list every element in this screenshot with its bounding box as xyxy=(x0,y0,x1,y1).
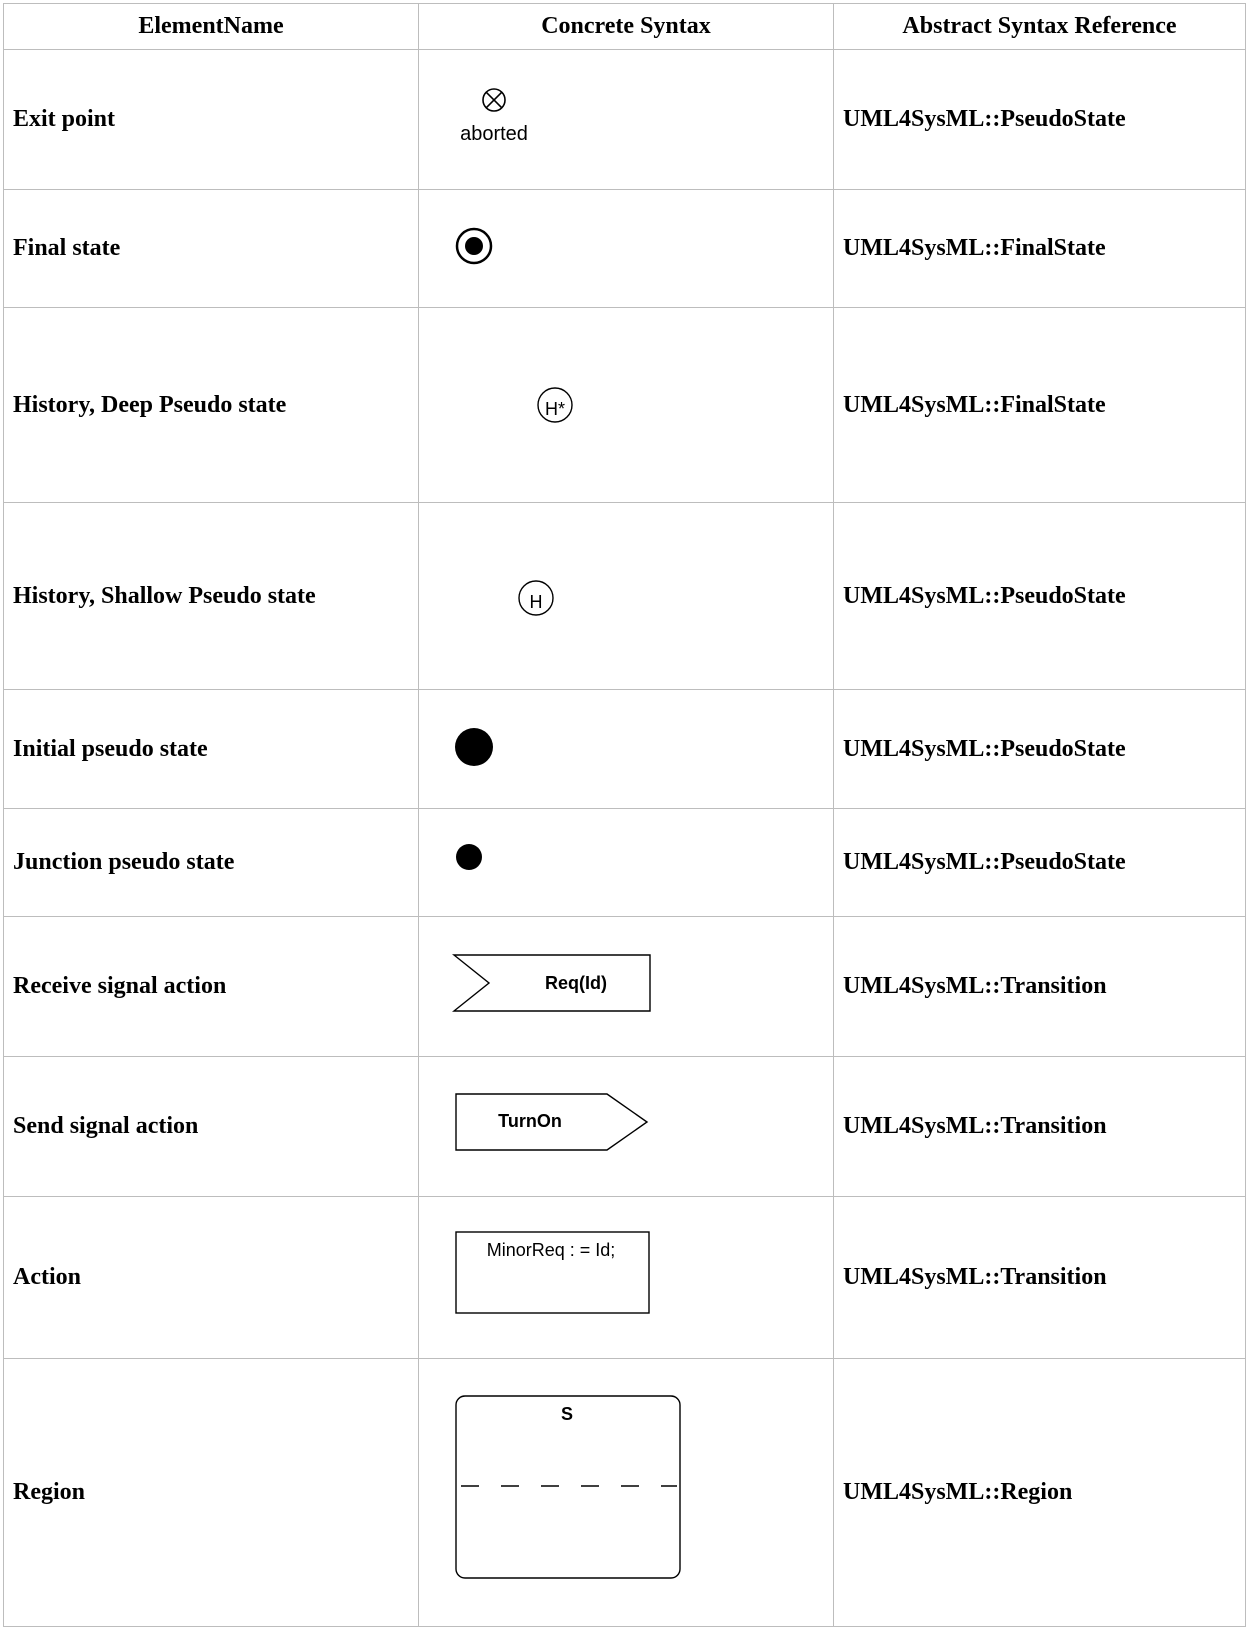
initial-state-icon xyxy=(455,728,493,766)
abstract-syntax-reference: UML4SysML::PseudoState xyxy=(833,502,1246,690)
concrete-syntax-cell xyxy=(418,689,834,809)
deep-history-icon: H* xyxy=(537,387,573,423)
exit-point-icon: aborted xyxy=(460,88,528,145)
table-row: Region S UML4SysML::Region xyxy=(3,1358,1246,1627)
abstract-syntax-reference: UML4SysML::PseudoState xyxy=(833,808,1246,917)
concrete-syntax-cell: TurnOn xyxy=(418,1056,834,1197)
concrete-syntax-cell xyxy=(418,808,834,917)
element-name: Receive signal action xyxy=(3,916,419,1057)
table-row: Send signal action TurnOn UML4SysML::Tra… xyxy=(3,1056,1246,1197)
shallow-history-label: H xyxy=(530,592,543,612)
send-signal-label: TurnOn xyxy=(498,1111,562,1131)
header-row: ElementName Concrete Syntax Abstract Syn… xyxy=(3,3,1246,50)
abstract-syntax-reference: UML4SysML::Transition xyxy=(833,1196,1246,1359)
send-signal-icon: TurnOn xyxy=(455,1093,649,1151)
element-name: Action xyxy=(3,1196,419,1359)
table-row: Receive signal action Req(Id) UML4SysML:… xyxy=(3,916,1246,1057)
element-name: Exit point xyxy=(3,49,419,190)
concrete-syntax-cell: Req(Id) xyxy=(418,916,834,1057)
region-state-label: S xyxy=(561,1404,573,1424)
element-name: History, Deep Pseudo state xyxy=(3,307,419,503)
element-name: Send signal action xyxy=(3,1056,419,1197)
header-element-name: ElementName xyxy=(3,3,419,50)
concrete-syntax-cell: H* xyxy=(418,307,834,503)
element-name: Initial pseudo state xyxy=(3,689,419,809)
concrete-syntax-cell: H xyxy=(418,502,834,690)
abstract-syntax-reference: UML4SysML::Region xyxy=(833,1358,1246,1627)
receive-signal-icon: Req(Id) xyxy=(452,954,651,1012)
table-row: Initial pseudo state UML4SysML::PseudoSt… xyxy=(3,689,1246,809)
abstract-syntax-reference: UML4SysML::FinalState xyxy=(833,189,1246,308)
table-row: Final state UML4SysML::FinalState xyxy=(3,189,1246,308)
receive-signal-label: Req(Id) xyxy=(545,973,607,993)
abstract-syntax-reference: UML4SysML::FinalState xyxy=(833,307,1246,503)
final-state-icon xyxy=(455,227,493,265)
deep-history-label: H* xyxy=(545,399,565,419)
table-row: History, Deep Pseudo state H* UML4SysML:… xyxy=(3,307,1246,503)
abstract-syntax-reference: UML4SysML::Transition xyxy=(833,916,1246,1057)
element-name: Final state xyxy=(3,189,419,308)
table-row: Junction pseudo state UML4SysML::PseudoS… xyxy=(3,808,1246,917)
table-row: Exit point aborted UML4SysML::PseudoStat… xyxy=(3,49,1246,190)
table-row: History, Shallow Pseudo state H UML4SysM… xyxy=(3,502,1246,690)
exit-point-label: aborted xyxy=(460,123,528,145)
junction-icon xyxy=(456,844,482,870)
header-abstract-syntax-reference: Abstract Syntax Reference xyxy=(833,3,1246,50)
element-name: Junction pseudo state xyxy=(3,808,419,917)
action-box-icon: MinorReq : = Id; xyxy=(455,1231,650,1314)
concrete-syntax-cell: S xyxy=(418,1358,834,1627)
header-concrete-syntax: Concrete Syntax xyxy=(418,3,834,50)
abstract-syntax-reference: UML4SysML::PseudoState xyxy=(833,689,1246,809)
element-name: History, Shallow Pseudo state xyxy=(3,502,419,690)
syntax-table: ElementName Concrete Syntax Abstract Syn… xyxy=(3,3,1246,1627)
table-row: Action MinorReq : = Id; UML4SysML::Trans… xyxy=(3,1196,1246,1359)
abstract-syntax-reference: UML4SysML::Transition xyxy=(833,1056,1246,1197)
shallow-history-icon: H xyxy=(518,580,554,616)
concrete-syntax-cell: MinorReq : = Id; xyxy=(418,1196,834,1359)
element-name: Region xyxy=(3,1358,419,1627)
abstract-syntax-reference: UML4SysML::PseudoState xyxy=(833,49,1246,190)
concrete-syntax-cell xyxy=(418,189,834,308)
action-label: MinorReq : = Id; xyxy=(487,1240,616,1260)
concrete-syntax-cell: aborted xyxy=(418,49,834,190)
region-icon: S xyxy=(455,1395,681,1579)
